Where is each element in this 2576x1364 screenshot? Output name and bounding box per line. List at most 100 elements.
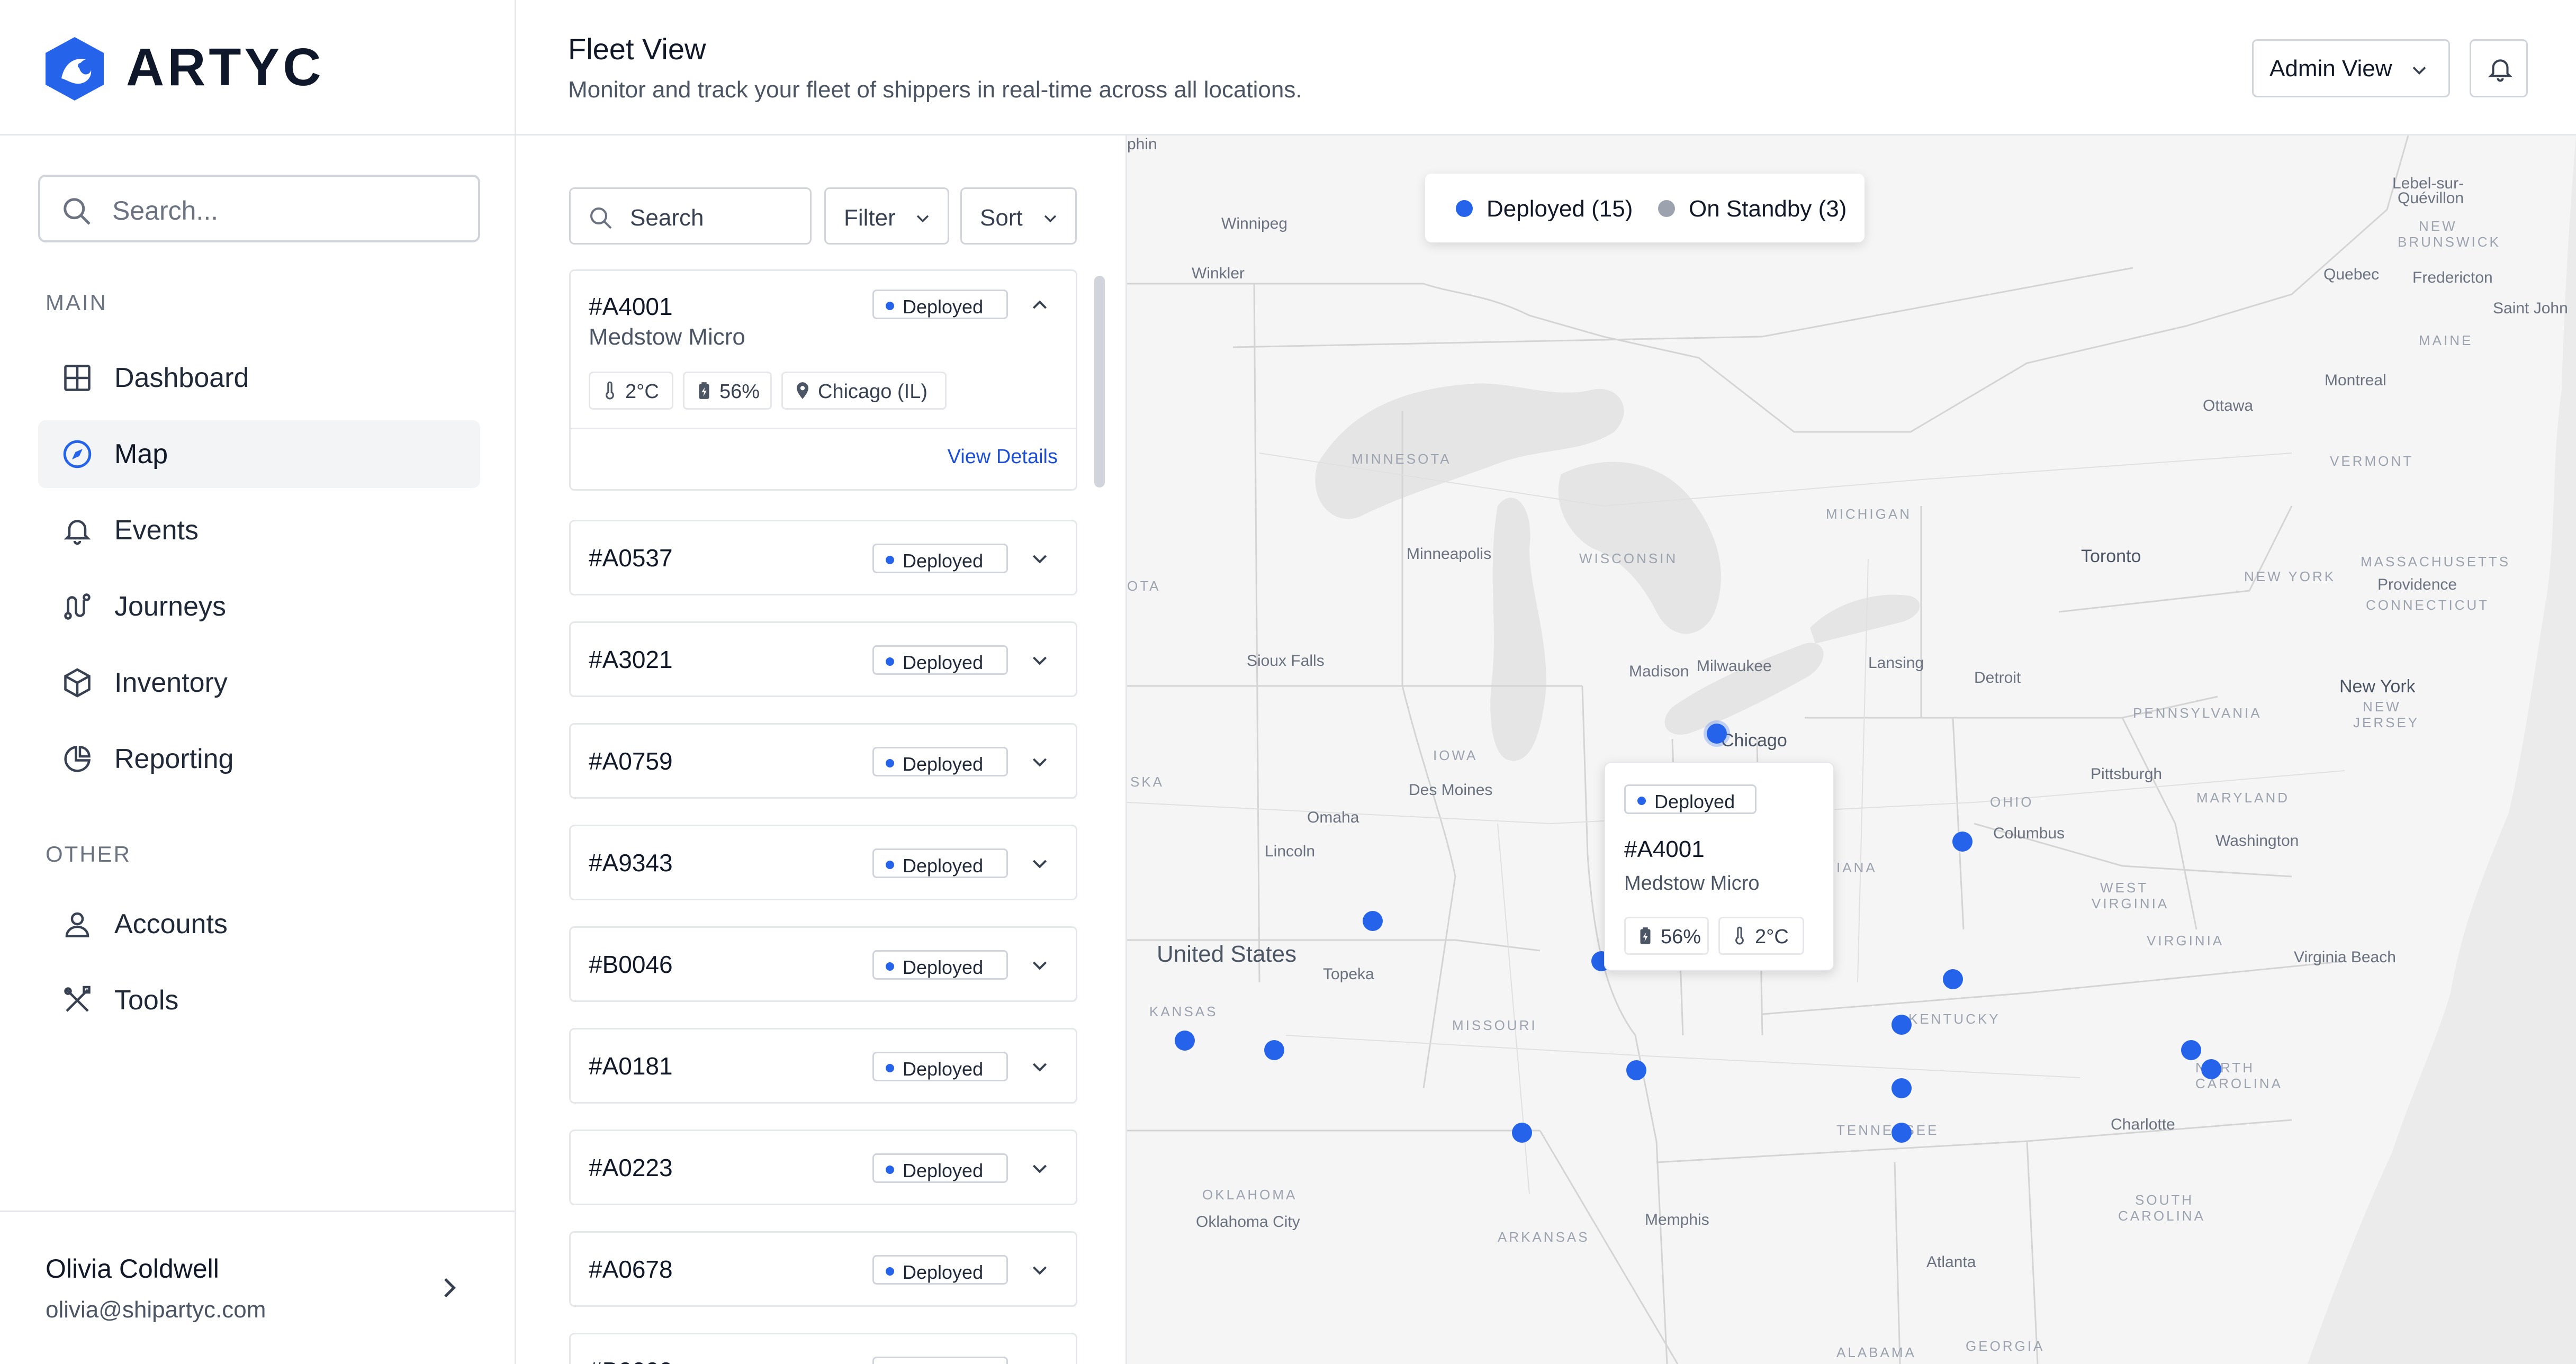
chevron-down-icon[interactable] xyxy=(1029,1259,1050,1280)
status-text: Deployed xyxy=(903,753,984,775)
map-label-south-carolina2: CAROLINA xyxy=(2118,1208,2205,1224)
thermometer-icon xyxy=(606,381,614,400)
map-marker-selected[interactable] xyxy=(1707,724,1727,744)
view-details-link[interactable]: View Details xyxy=(948,446,1058,468)
view-select[interactable]: Admin View xyxy=(2252,39,2450,97)
shipper-card[interactable]: #A0223 Deployed xyxy=(569,1130,1077,1205)
nav-item-map[interactable]: Map xyxy=(38,420,480,488)
view-select-label: Admin View xyxy=(2269,56,2392,82)
shipper-id: #A0759 xyxy=(589,747,673,775)
map-marker[interactable] xyxy=(1952,832,1972,852)
map-label-omaha: Omaha xyxy=(1307,809,1359,826)
map-marker[interactable] xyxy=(1626,1060,1646,1080)
map-label-massachusetts: MASSACHUSETTS xyxy=(2361,554,2511,570)
shipper-card[interactable]: #A0678 Deployed xyxy=(569,1231,1077,1307)
map-marker[interactable] xyxy=(1363,911,1383,931)
status-dot xyxy=(886,861,894,869)
status-badge: Deployed xyxy=(872,645,1008,675)
chevron-down-icon[interactable] xyxy=(1029,954,1050,975)
user-email: olivia@shipartyc.com xyxy=(46,1297,266,1323)
map-label-sioux-falls: Sioux Falls xyxy=(1247,652,1325,670)
shipper-id: #A3021 xyxy=(589,646,673,673)
status-badge: Deployed xyxy=(872,1357,1008,1364)
map-label-fredericton: Fredericton xyxy=(2412,269,2493,286)
chevron-up-icon[interactable] xyxy=(1029,295,1050,316)
map-label-new-brunswick2: BRUNSWICK xyxy=(2398,234,2501,250)
brand-name: ARTYC xyxy=(126,38,325,97)
shipper-card[interactable]: #A9343 Deployed xyxy=(569,825,1077,900)
map-label-winnipeg: Winnipeg xyxy=(1221,215,1288,232)
chevron-down-icon[interactable] xyxy=(1029,548,1050,569)
map-label-kansas: KANSAS xyxy=(1149,1004,1218,1019)
map-label-detroit: Detroit xyxy=(1974,669,2021,686)
map-marker[interactable] xyxy=(1175,1031,1195,1051)
map-marker[interactable] xyxy=(2181,1040,2201,1060)
temperature-chip: 2°C xyxy=(1718,917,1804,955)
nav-item-dashboard[interactable]: Dashboard xyxy=(38,344,480,412)
map-label-wisconsin: WISCONSIN xyxy=(1579,550,1678,566)
shipper-card[interactable]: #A0537 Deployed xyxy=(569,520,1077,595)
artyc-logo-icon[interactable] xyxy=(43,36,106,102)
list-search-input[interactable]: Search xyxy=(569,187,812,245)
chevron-down-icon[interactable] xyxy=(1029,751,1050,772)
map-marker[interactable] xyxy=(1892,1123,1912,1143)
map-label-providence: Providence xyxy=(2377,576,2457,593)
map-marker[interactable] xyxy=(1512,1123,1532,1143)
shipper-card[interactable]: #A3021 Deployed xyxy=(569,621,1077,697)
nav-item-reporting[interactable]: Reporting xyxy=(38,725,480,793)
status-badge: Deployed xyxy=(872,1052,1008,1081)
map-label-indiana: IANA xyxy=(1836,860,1877,875)
map-label-saint-john: Saint John xyxy=(2493,300,2568,317)
map-label-lansing: Lansing xyxy=(1868,654,1924,672)
section-label-main: MAIN xyxy=(46,290,107,315)
map-label-arkansas: ARKANSAS xyxy=(1498,1229,1590,1245)
nav-item-accounts[interactable]: Accounts xyxy=(38,890,480,958)
map-label-washington: Washington xyxy=(2215,832,2299,850)
chevron-down-icon[interactable] xyxy=(1029,1056,1050,1077)
fleet-map[interactable]: phin Winnipeg Winkler Lebel-sur- Quévillon NE… xyxy=(1127,136,2576,1364)
nav-label: Map xyxy=(114,439,168,469)
filter-button[interactable]: Filter xyxy=(824,187,949,245)
chevron-down-icon[interactable] xyxy=(1029,853,1050,874)
nav-item-tools[interactable]: Tools xyxy=(38,966,480,1034)
battery-icon xyxy=(699,382,709,399)
shipper-card[interactable]: #A0759 Deployed xyxy=(569,723,1077,799)
shipper-card-expanded[interactable]: #A4001 Deployed Medstow Micro 2°C 56% Ch… xyxy=(569,269,1077,491)
status-text: Deployed xyxy=(903,956,984,978)
status-dot xyxy=(1637,797,1646,805)
shipper-card[interactable]: #A0181 Deployed xyxy=(569,1028,1077,1104)
shipper-card[interactable]: #B0000 Deployed xyxy=(569,1333,1077,1364)
map-label-oklahoma: OKLAHOMA xyxy=(1202,1187,1298,1203)
chevron-down-icon[interactable] xyxy=(1029,1361,1050,1364)
nav-item-events[interactable]: Events xyxy=(38,496,480,564)
nav-label: Tools xyxy=(114,985,179,1016)
status-badge: Deployed xyxy=(872,544,1008,573)
list-scrollbar[interactable] xyxy=(1094,276,1105,487)
nav-item-inventory[interactable]: Inventory xyxy=(38,649,480,717)
user-icon xyxy=(65,912,89,937)
chevron-right-icon[interactable] xyxy=(434,1273,464,1303)
nav-item-journeys[interactable]: Journeys xyxy=(38,573,480,640)
shipper-card[interactable]: #B0046 Deployed xyxy=(569,926,1077,1002)
shipper-popup[interactable]: Deployed #A4001 Medstow Micro 56% 2°C xyxy=(1604,762,1834,971)
map-marker[interactable] xyxy=(1264,1040,1284,1060)
status-dot xyxy=(886,962,894,971)
user-profile[interactable]: Olivia Coldwell olivia@shipartyc.com xyxy=(0,1211,515,1364)
map-marker[interactable] xyxy=(1892,1078,1912,1098)
map-label-alabama: ALABAMA xyxy=(1836,1344,1916,1360)
notifications-button[interactable] xyxy=(2470,39,2528,97)
sidebar-search-input[interactable]: Search... xyxy=(38,175,480,242)
map-marker[interactable] xyxy=(2201,1059,2221,1079)
map-marker[interactable] xyxy=(1943,969,1963,989)
bell-icon xyxy=(64,520,91,545)
map-label-new-jersey: NEW xyxy=(2363,699,2401,715)
chevron-down-icon xyxy=(2412,66,2426,75)
status-dot xyxy=(886,657,894,666)
chevron-down-icon[interactable] xyxy=(1029,649,1050,671)
sort-button[interactable]: Sort xyxy=(960,187,1077,245)
map-label-madison: Madison xyxy=(1629,663,1689,680)
chevron-down-icon[interactable] xyxy=(1029,1158,1050,1179)
map-marker[interactable] xyxy=(1892,1015,1912,1035)
chevron-down-icon xyxy=(916,215,929,223)
shipper-id: #A9343 xyxy=(589,849,673,877)
